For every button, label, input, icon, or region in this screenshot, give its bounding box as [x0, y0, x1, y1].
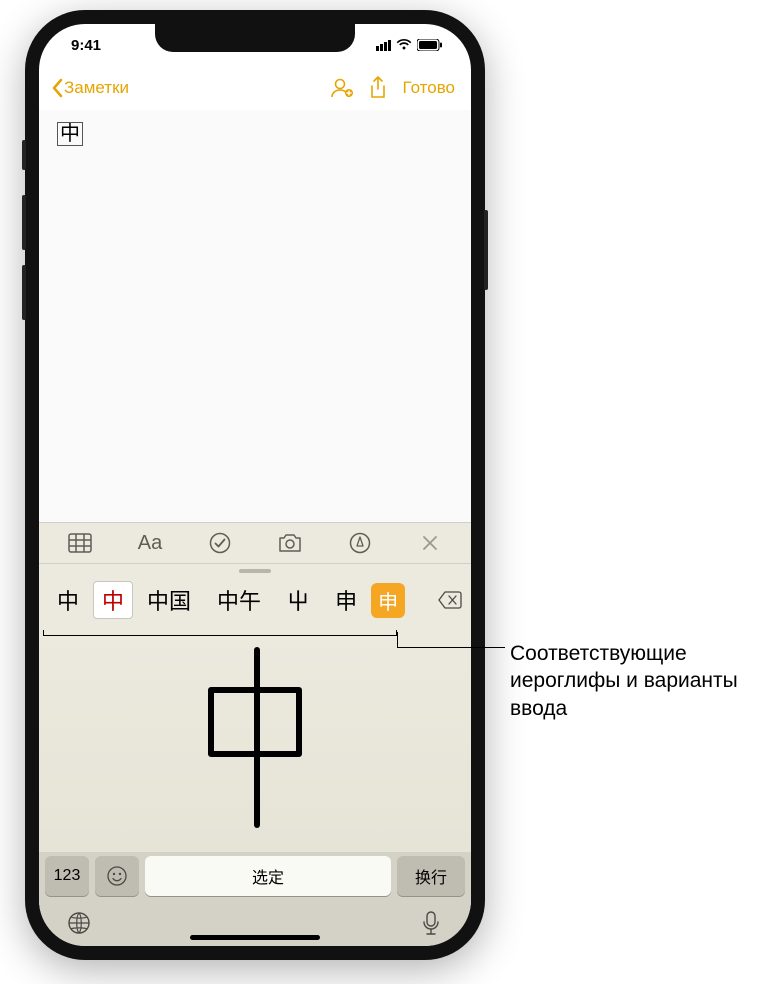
checkmark-circle-icon	[209, 532, 231, 554]
note-content: 中	[57, 122, 83, 146]
silent-switch[interactable]	[22, 140, 26, 170]
candidate-item[interactable]: 申	[323, 580, 369, 620]
back-label: Заметки	[64, 78, 129, 98]
note-body[interactable]: 中	[39, 110, 471, 522]
status-time: 9:41	[71, 37, 101, 54]
person-plus-icon	[329, 77, 355, 99]
share-icon	[368, 76, 388, 100]
pen-circle-icon	[349, 532, 371, 554]
collaborate-button[interactable]	[327, 73, 357, 103]
back-button[interactable]: Заметки	[51, 78, 129, 98]
handwritten-stroke	[185, 642, 325, 832]
callout-text: Соответствующие иероглифы и варианты вво…	[510, 640, 770, 722]
camera-button[interactable]	[268, 524, 312, 562]
numeric-key[interactable]: 123	[45, 856, 89, 896]
backspace-icon	[438, 591, 462, 609]
candidate-item[interactable]: 中午	[205, 580, 273, 620]
candidate-item[interactable]: 申	[371, 583, 405, 618]
space-key[interactable]: 选定	[145, 856, 391, 896]
status-right	[376, 39, 443, 51]
return-key[interactable]: 换行	[397, 856, 465, 896]
notch	[155, 24, 355, 52]
dictation-key[interactable]	[417, 909, 445, 937]
nav-bar: Заметки Готово	[39, 66, 471, 110]
chevron-left-icon	[51, 78, 63, 98]
candidate-item[interactable]: 中	[45, 580, 91, 620]
cellular-signal-icon	[376, 40, 391, 51]
keyboard-drag-handle[interactable]	[39, 564, 471, 578]
screen: 9:41 Заметки	[39, 24, 471, 946]
keyboard-row: 123 选定 换行	[39, 852, 471, 900]
globe-icon	[67, 911, 91, 935]
table-icon	[68, 533, 92, 553]
close-toolbar-button[interactable]	[408, 524, 452, 562]
table-button[interactable]	[58, 524, 102, 562]
callout-line	[397, 647, 505, 648]
notes-toolbar: Aa	[39, 522, 471, 564]
wifi-icon	[396, 39, 412, 51]
checklist-button[interactable]	[198, 524, 242, 562]
handwriting-input-area[interactable]	[39, 622, 471, 852]
callout-connector	[397, 632, 398, 647]
share-button[interactable]	[363, 73, 393, 103]
done-button[interactable]: Готово	[399, 73, 460, 103]
candidate-row: 中 中 中国 中午 屮 申 申	[39, 578, 471, 622]
candidate-item[interactable]: 中国	[135, 580, 203, 620]
phone-frame: 9:41 Заметки	[25, 10, 485, 960]
candidate-item[interactable]: 中	[93, 581, 133, 619]
battery-icon	[417, 39, 443, 51]
done-label: Готово	[403, 78, 456, 98]
home-indicator[interactable]	[190, 935, 320, 940]
globe-key[interactable]	[65, 909, 93, 937]
camera-icon	[277, 533, 303, 553]
volume-down-button[interactable]	[22, 265, 26, 320]
microphone-icon	[422, 911, 440, 935]
smiley-icon	[106, 865, 128, 887]
volume-up-button[interactable]	[22, 195, 26, 250]
format-label: Aa	[138, 532, 162, 555]
candidate-item[interactable]: 屮	[275, 580, 321, 620]
format-button[interactable]: Aa	[128, 524, 172, 562]
close-icon	[421, 534, 439, 552]
candidate-delete-button[interactable]	[435, 591, 465, 609]
emoji-key[interactable]	[95, 856, 139, 896]
markup-button[interactable]	[338, 524, 382, 562]
callout-bracket	[43, 630, 397, 636]
power-button[interactable]	[484, 210, 488, 290]
